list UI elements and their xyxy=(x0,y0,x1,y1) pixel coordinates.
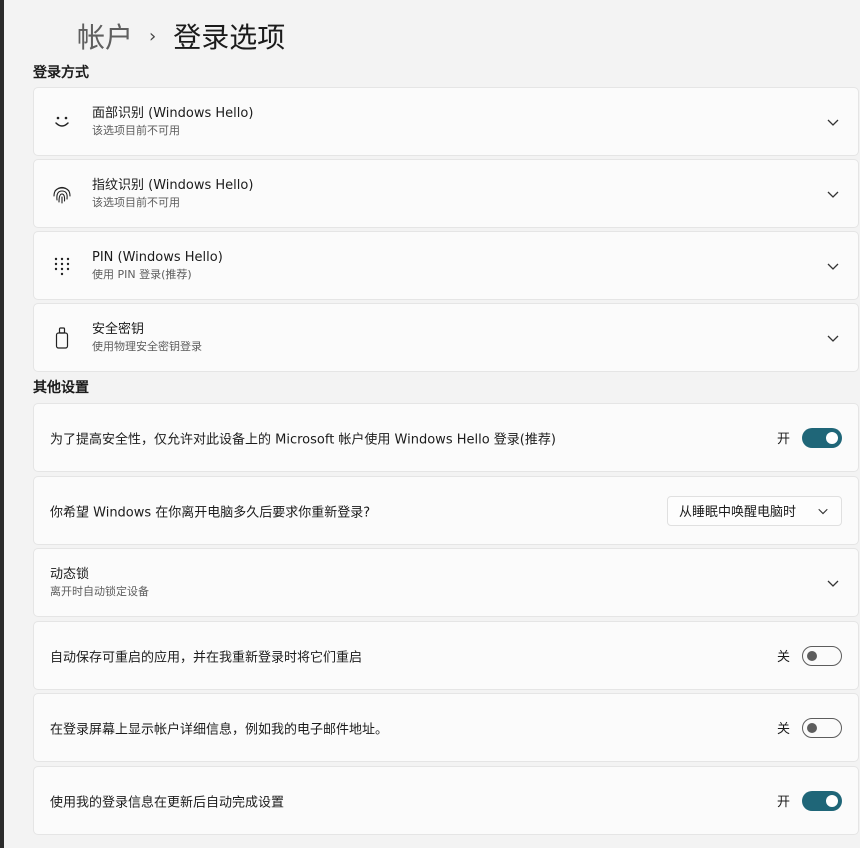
chevron-down-icon[interactable] xyxy=(826,331,840,345)
hello-only-toggle[interactable] xyxy=(802,427,842,448)
pin-title: PIN (Windows Hello) xyxy=(92,249,223,265)
face-recognition-subtitle: 该选项目前不可用 xyxy=(92,123,180,137)
breadcrumb-separator: › xyxy=(149,25,157,47)
chevron-down-icon[interactable] xyxy=(826,259,840,273)
fingerprint-icon xyxy=(50,182,74,206)
restart-apps-setting: 自动保存可重启的应用，并在我重新登录时将它们重启 关 xyxy=(33,621,859,690)
fingerprint-title: 指纹识别 (Windows Hello) xyxy=(92,177,254,193)
security-key-text: 安全密钥 使用物理安全密钥登录 xyxy=(92,321,202,355)
window-edge xyxy=(0,0,4,848)
pin-subtitle: 使用 PIN 登录(推荐) xyxy=(92,267,192,281)
security-key-subtitle: 使用物理安全密钥登录 xyxy=(92,339,202,353)
hello-only-label: 为了提高安全性，仅允许对此设备上的 Microsoft 帐户使用 Windows… xyxy=(50,432,556,447)
pin-card[interactable]: PIN (Windows Hello) 使用 PIN 登录(推荐) xyxy=(33,231,859,300)
dynamic-lock-subtitle: 离开时自动锁定设备 xyxy=(50,584,149,598)
auto-finish-label: 使用我的登录信息在更新后自动完成设置 xyxy=(50,795,285,810)
auto-finish-state: 开 xyxy=(776,795,790,810)
face-recognition-text: 面部识别 (Windows Hello) 该选项目前不可用 xyxy=(92,105,253,139)
chevron-down-icon[interactable] xyxy=(826,115,840,129)
restart-apps-label: 自动保存可重启的应用，并在我重新登录时将它们重启 xyxy=(50,650,363,665)
security-key-title: 安全密钥 xyxy=(92,321,145,337)
account-details-state: 关 xyxy=(776,722,790,737)
page-title: 登录选项 xyxy=(173,21,286,54)
dynamic-lock-title: 动态锁 xyxy=(50,566,90,582)
section-title-other-settings: 其他设置 xyxy=(33,380,89,396)
restart-apps-toggle[interactable] xyxy=(802,645,842,666)
pin-keypad-icon xyxy=(50,254,74,278)
account-details-setting: 在登录屏幕上显示帐户详细信息，例如我的电子邮件地址。 关 xyxy=(33,693,859,762)
breadcrumb-accounts-link[interactable]: 帐户 xyxy=(77,16,133,56)
fingerprint-subtitle: 该选项目前不可用 xyxy=(92,195,180,209)
require-signin-dropdown[interactable]: 从睡眠中唤醒电脑时 xyxy=(667,495,842,526)
chevron-down-icon xyxy=(818,508,828,514)
require-signin-label: 你希望 Windows 在你离开电脑多久后要求你重新登录? xyxy=(50,505,371,520)
face-icon xyxy=(50,110,74,134)
account-details-label: 在登录屏幕上显示帐户详细信息，例如我的电子邮件地址。 xyxy=(50,722,389,737)
fingerprint-card[interactable]: 指纹识别 (Windows Hello) 该选项目前不可用 xyxy=(33,159,859,228)
chevron-down-icon[interactable] xyxy=(826,576,840,590)
auto-finish-toggle[interactable] xyxy=(802,790,842,811)
face-recognition-card[interactable]: 面部识别 (Windows Hello) 该选项目前不可用 xyxy=(33,87,859,156)
fingerprint-text: 指纹识别 (Windows Hello) 该选项目前不可用 xyxy=(92,177,253,211)
chevron-down-icon[interactable] xyxy=(826,187,840,201)
dynamic-lock-card[interactable]: 动态锁 离开时自动锁定设备 xyxy=(33,548,859,617)
hello-only-setting: 为了提高安全性，仅允许对此设备上的 Microsoft 帐户使用 Windows… xyxy=(33,403,859,472)
auto-finish-setting: 使用我的登录信息在更新后自动完成设置 开 xyxy=(33,766,859,835)
require-signin-setting: 你希望 Windows 在你离开电脑多久后要求你重新登录? 从睡眠中唤醒电脑时 xyxy=(33,476,859,545)
require-signin-value: 从睡眠中唤醒电脑时 xyxy=(679,505,797,520)
breadcrumb: 帐户 › 登录选项 xyxy=(77,16,285,56)
face-recognition-title: 面部识别 (Windows Hello) xyxy=(92,105,254,121)
section-title-sign-in-methods: 登录方式 xyxy=(33,65,89,81)
restart-apps-state: 关 xyxy=(776,650,790,665)
dynamic-lock-text: 动态锁 离开时自动锁定设备 xyxy=(50,566,149,600)
account-details-toggle[interactable] xyxy=(802,717,842,738)
security-key-icon xyxy=(50,326,74,350)
pin-text: PIN (Windows Hello) 使用 PIN 登录(推荐) xyxy=(92,249,223,283)
hello-only-state: 开 xyxy=(776,432,790,447)
security-key-card[interactable]: 安全密钥 使用物理安全密钥登录 xyxy=(33,303,859,372)
